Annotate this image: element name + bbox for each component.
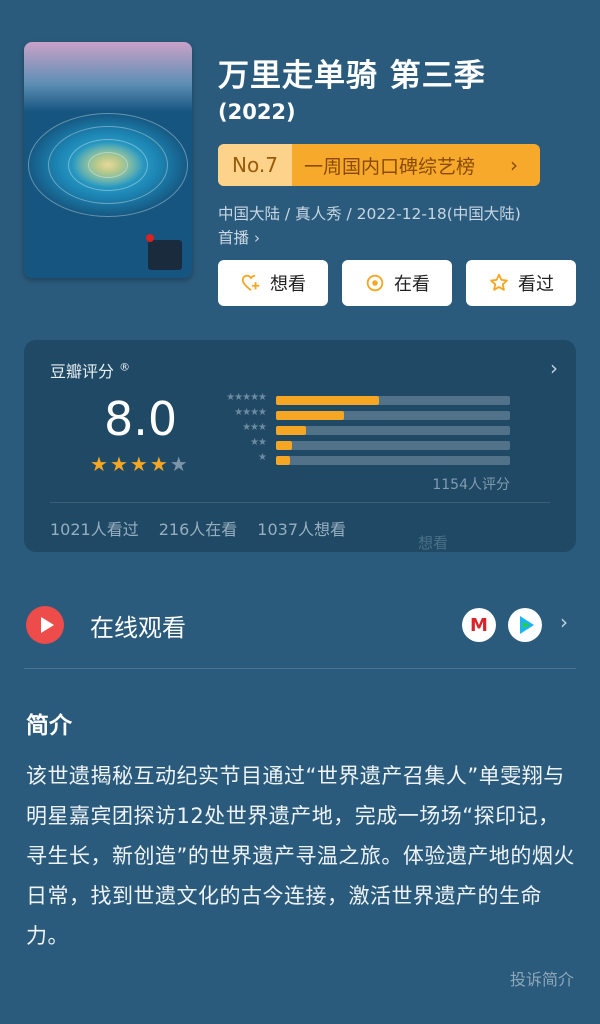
watch-stats: 1021人看过 216人在看 1037人想看 bbox=[50, 516, 346, 540]
poster-image[interactable] bbox=[24, 42, 192, 278]
trademark-symbol: ® bbox=[119, 360, 131, 374]
play-icon bbox=[26, 606, 64, 644]
watching-label: 在看 bbox=[394, 274, 430, 295]
online-watch-row[interactable]: 在线观看 M › bbox=[24, 600, 576, 650]
action-buttons: 想看 在看 看过 bbox=[218, 260, 576, 306]
want-count: 1037人想看 bbox=[257, 520, 347, 539]
distribution-bar bbox=[276, 426, 307, 435]
poster-sky bbox=[24, 42, 192, 112]
watched-label: 看过 bbox=[518, 274, 554, 295]
report-intro-link[interactable]: 投诉简介 bbox=[510, 966, 574, 990]
rating-source-text: 豆瓣评分 bbox=[50, 362, 115, 381]
distribution-stars-icon: ★ bbox=[258, 452, 267, 463]
star-filled-icon: ★ bbox=[90, 452, 108, 476]
watched-count: 1021人看过 bbox=[50, 520, 139, 539]
release-year: (2022) bbox=[218, 100, 296, 124]
distribution-row: ★★ bbox=[210, 437, 520, 451]
rank-list-name: 一周国内口碑综艺榜 bbox=[304, 155, 476, 178]
rating-stars: ★ ★ ★ ★ ★ bbox=[90, 454, 188, 474]
distribution-bar bbox=[276, 396, 379, 405]
watching-count: 216人在看 bbox=[158, 520, 238, 539]
watching-button[interactable]: 在看 bbox=[342, 260, 452, 306]
rating-card[interactable]: 豆瓣评分 ® › 8.0 ★ ★ ★ ★ ★ ★★★★★ ★★★★ ★★★ ★★ ★ 1154人… bbox=[24, 340, 576, 552]
rank-number: No.7 bbox=[218, 144, 292, 186]
poster-ring bbox=[28, 112, 188, 217]
star-filled-icon: ★ bbox=[109, 452, 128, 476]
distribution-track bbox=[276, 426, 510, 435]
meta-premiere-label: 首播 bbox=[218, 229, 250, 247]
distribution-stars-icon: ★★ bbox=[250, 437, 267, 448]
distribution-stars-icon: ★★★ bbox=[242, 422, 267, 433]
distribution-track bbox=[276, 396, 510, 405]
vote-count: 1154人评分 bbox=[432, 477, 510, 493]
rating-score: 8.0 bbox=[104, 392, 178, 446]
intro-text: 该世遗揭秘互动纪实节目通过“世界遗产召集人”单雯翔与明星嘉宾团探访12处世界遗产… bbox=[26, 764, 575, 948]
poster-logo-badge bbox=[146, 234, 182, 270]
heart-plus-icon bbox=[241, 274, 260, 292]
chevron-right-icon: › bbox=[560, 610, 568, 634]
want-to-watch-button[interactable]: 想看 bbox=[218, 260, 328, 306]
star-filled-icon: ★ bbox=[149, 452, 168, 476]
meta-info: 中国大陆 / 真人秀 / 2022-12-18(中国大陆) bbox=[218, 205, 521, 223]
divider bbox=[24, 668, 576, 669]
distribution-track bbox=[276, 441, 510, 450]
distribution-bar bbox=[276, 411, 344, 420]
chevron-right-icon: › bbox=[253, 229, 260, 247]
distribution-row: ★ bbox=[210, 452, 520, 466]
divider bbox=[50, 502, 550, 503]
rank-badge[interactable]: No.7 一周国内口碑综艺榜 › bbox=[218, 144, 540, 186]
target-icon bbox=[366, 274, 384, 292]
chevron-right-icon[interactable]: › bbox=[550, 356, 558, 380]
mgtv-app-icon[interactable]: M bbox=[462, 608, 496, 642]
distribution-stars-icon: ★★★★ bbox=[234, 407, 267, 418]
video-app-play-icon[interactable] bbox=[508, 608, 542, 642]
distribution-bar bbox=[276, 441, 293, 450]
chevron-right-icon: › bbox=[510, 153, 518, 177]
distribution-row: ★★★★ bbox=[210, 407, 520, 421]
distribution-row: ★★★★★ bbox=[210, 392, 520, 406]
intro-heading: 简介 bbox=[26, 713, 72, 739]
online-watch-label: 在线观看 bbox=[90, 614, 186, 642]
distribution-stars-icon: ★★★★★ bbox=[226, 392, 267, 403]
star-outline-icon bbox=[490, 273, 508, 291]
star-filled-icon: ★ bbox=[129, 452, 148, 476]
want-to-watch-label: 想看 bbox=[270, 274, 306, 295]
distribution-track bbox=[276, 411, 510, 420]
show-meta[interactable]: 中国大陆 / 真人秀 / 2022-12-18(中国大陆) 首播 › bbox=[218, 202, 588, 250]
watched-button[interactable]: 看过 bbox=[466, 260, 576, 306]
distribution-row: ★★★ bbox=[210, 422, 520, 436]
star-empty-icon: ★ bbox=[169, 452, 188, 476]
watermark-text: 想看 bbox=[418, 534, 449, 552]
page-title: 万里走单骑 第三季 bbox=[218, 58, 486, 94]
distribution-bar bbox=[276, 456, 291, 465]
meta-premiere: 首播 › bbox=[218, 226, 588, 250]
rating-source-label: 豆瓣评分 ® bbox=[50, 358, 130, 382]
distribution-track bbox=[276, 456, 510, 465]
